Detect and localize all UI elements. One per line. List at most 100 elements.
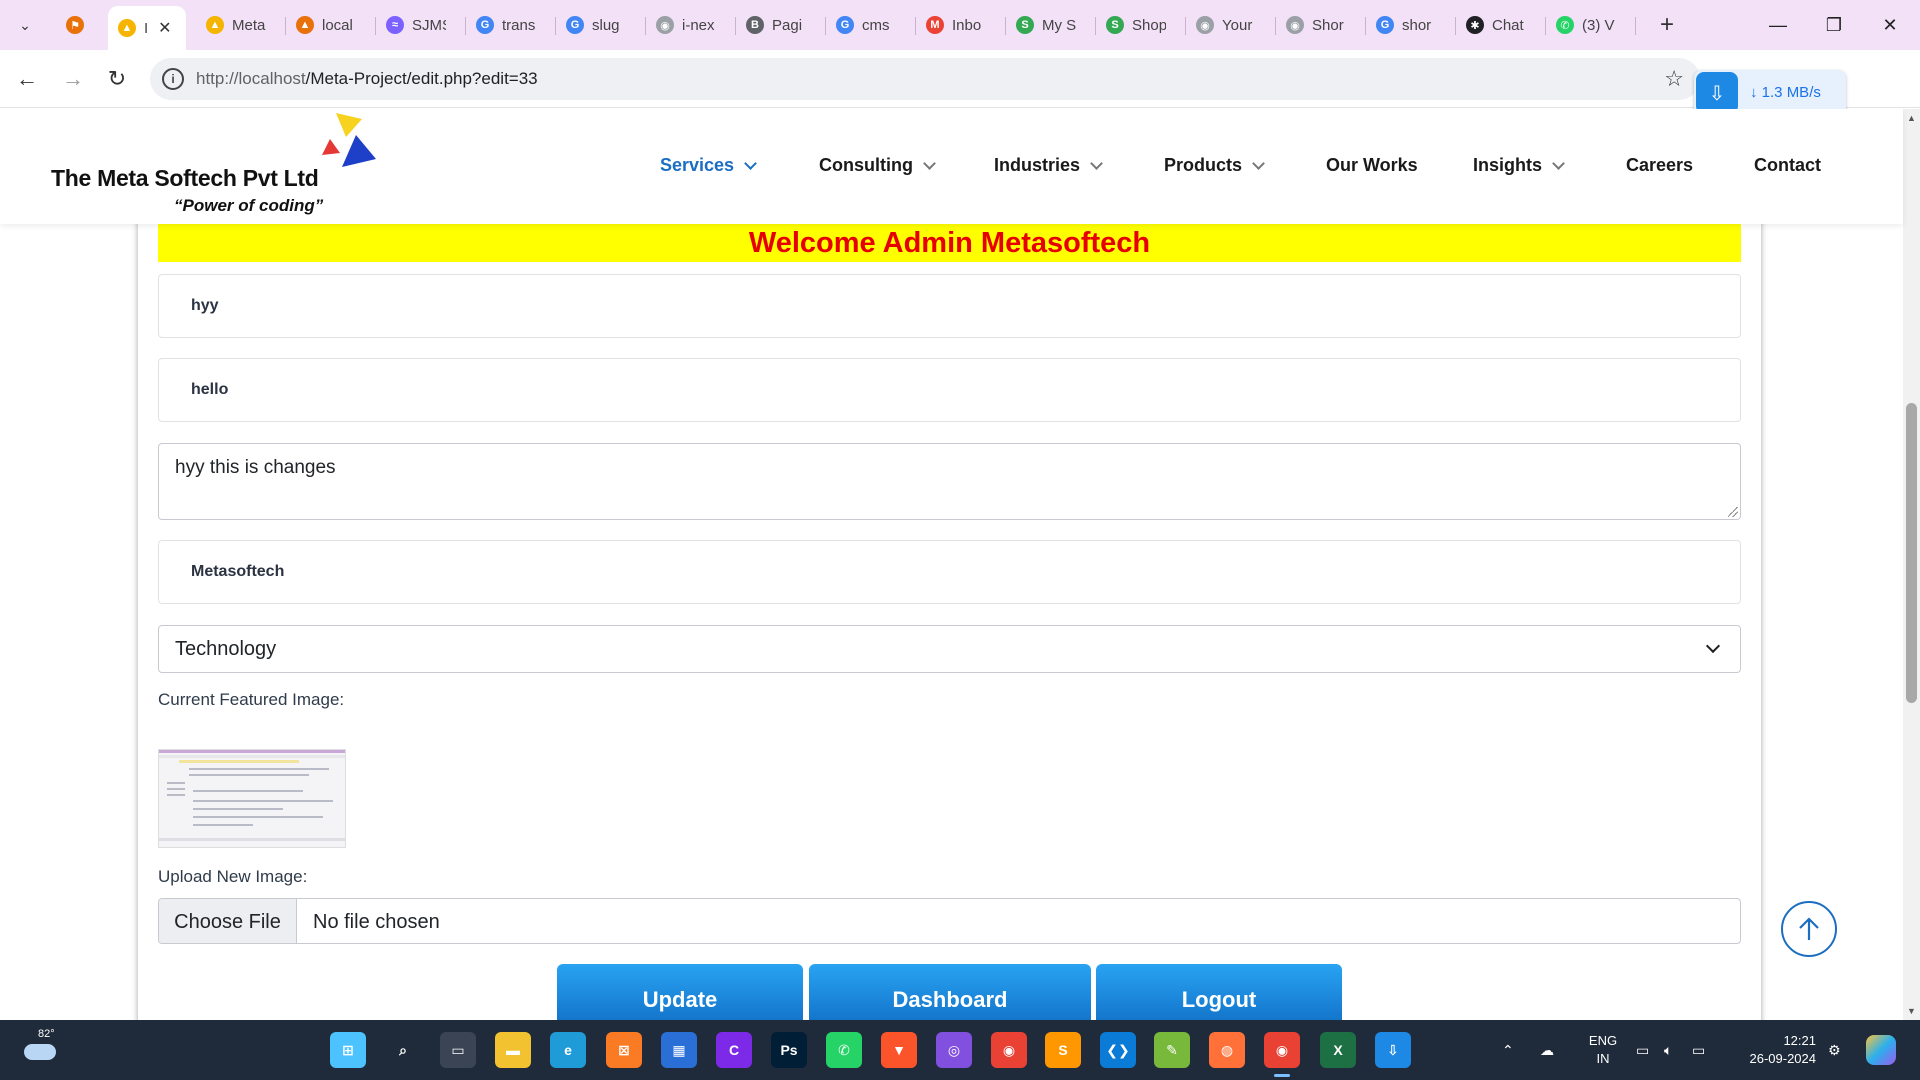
browser-tab[interactable]: Gtrans bbox=[466, 8, 556, 42]
browser-tab[interactable]: ▲ local bbox=[286, 8, 376, 42]
arrow-up-icon bbox=[1799, 917, 1819, 940]
language-indicator[interactable]: ENG IN bbox=[1586, 1032, 1620, 1068]
author-value: Metasoftech bbox=[191, 563, 285, 580]
browser-tab[interactable]: Gslug bbox=[556, 8, 646, 42]
tray-overflow-chevron-icon[interactable]: ⌃ bbox=[1502, 1020, 1514, 1080]
scrollbar-thumb[interactable] bbox=[1906, 403, 1917, 703]
xampp-icon[interactable]: ⊠ bbox=[606, 1032, 642, 1068]
close-window-button[interactable]: ✕ bbox=[1870, 8, 1910, 42]
volume-icon[interactable]: 🔈︎ bbox=[1664, 1020, 1672, 1080]
nav-item-consulting[interactable]: Consulting bbox=[819, 155, 936, 176]
whatsapp-icon[interactable]: ✆ bbox=[826, 1032, 862, 1068]
chevron-down-icon bbox=[923, 156, 936, 170]
no-file-text: No file chosen bbox=[313, 911, 440, 933]
new-tab-button[interactable]: + bbox=[1652, 10, 1682, 40]
scroll-to-top-button[interactable] bbox=[1781, 901, 1837, 957]
onedrive-cloud-icon[interactable]: ☁ bbox=[1540, 1020, 1554, 1080]
tab-favicon-icon: ◉ bbox=[1196, 16, 1214, 34]
url-text[interactable]: http://localhost/Meta-Project/edit.php?e… bbox=[196, 69, 538, 89]
tab-pinned-bookmark[interactable]: ⚑ bbox=[56, 8, 100, 42]
nav-item-label: Services bbox=[660, 155, 735, 175]
forward-button[interactable]: → bbox=[56, 62, 90, 96]
windows-start-icon[interactable]: ⊞ bbox=[330, 1032, 366, 1068]
tab-favicon-icon: G bbox=[836, 16, 854, 34]
browser-tab[interactable]: ◉ Your bbox=[1186, 8, 1276, 42]
search-icon[interactable]: ⌕ bbox=[385, 1032, 421, 1068]
browser-tab[interactable]: ◉ Shor bbox=[1276, 8, 1366, 42]
file-explorer-icon[interactable]: ▬ bbox=[495, 1032, 531, 1068]
browser-tab[interactable]: Gshor bbox=[1366, 8, 1456, 42]
tab-favicon-icon: G bbox=[1376, 16, 1394, 34]
back-button[interactable]: ← bbox=[10, 62, 44, 96]
downloader-icon[interactable]: ⇩ bbox=[1375, 1032, 1411, 1068]
task-view-icon[interactable]: ▭ bbox=[440, 1032, 476, 1068]
canva-icon[interactable]: C bbox=[716, 1032, 752, 1068]
excel-icon[interactable]: X bbox=[1320, 1032, 1356, 1068]
notepad-icon[interactable]: ✎ bbox=[1154, 1032, 1190, 1068]
tab-active[interactable]: ▲ I ✕ bbox=[108, 6, 186, 50]
copilot-icon[interactable] bbox=[1866, 1020, 1896, 1080]
tab-search-button[interactable]: ⌄ bbox=[10, 10, 40, 40]
battery-icon[interactable]: ▭ bbox=[1692, 1020, 1705, 1080]
store-icon[interactable]: ▦ bbox=[661, 1032, 697, 1068]
browser-tab[interactable]: ✱ Chat bbox=[1456, 8, 1546, 42]
nav-item-services[interactable]: Services bbox=[660, 155, 757, 176]
clock[interactable]: 12:21 26-09-2024 bbox=[1736, 1032, 1817, 1068]
browser-tab[interactable]: ≈ SJMS bbox=[376, 8, 466, 42]
nav-item-industries[interactable]: Industries bbox=[994, 155, 1103, 176]
logo-name[interactable]: The Meta Softech Pvt Ltd bbox=[51, 165, 319, 192]
photoshop-icon[interactable]: Ps bbox=[771, 1032, 807, 1068]
vscode-icon[interactable]: ❮❯ bbox=[1100, 1032, 1136, 1068]
file-upload-input[interactable]: Choose File No file chosen bbox=[158, 898, 1741, 944]
nav-item-careers[interactable]: Careers bbox=[1626, 155, 1693, 176]
brave-icon[interactable]: ▼ bbox=[881, 1032, 917, 1068]
browser-tab[interactable]: ▲ Meta bbox=[196, 8, 286, 42]
category-select[interactable]: Technology bbox=[158, 625, 1741, 673]
tab-favicon-icon: ▲ bbox=[206, 16, 224, 34]
author-field[interactable]: Metasoftech bbox=[158, 540, 1741, 604]
address-bar[interactable]: i http://localhost/Meta-Project/edit.php… bbox=[150, 58, 1700, 100]
choose-file-button[interactable]: Choose File bbox=[159, 899, 297, 943]
update-button[interactable]: Update bbox=[557, 964, 803, 1020]
bookmark-star-icon[interactable]: ☆ bbox=[1664, 66, 1684, 92]
bookmark-icon: ⚑ bbox=[66, 16, 84, 34]
edge-icon[interactable]: e bbox=[550, 1032, 586, 1068]
scroll-up-arrow-icon[interactable]: ▲ bbox=[1907, 113, 1916, 123]
browser-tab[interactable]: S My S bbox=[1006, 8, 1096, 42]
browser-tab[interactable]: ✆ (3) V bbox=[1546, 8, 1636, 42]
firefox-icon[interactable]: ◍ bbox=[1209, 1032, 1245, 1068]
chrome-active-icon[interactable]: ◉ bbox=[1264, 1032, 1300, 1077]
nav-item-insights[interactable]: Insights bbox=[1473, 155, 1565, 176]
logout-button[interactable]: Logout bbox=[1096, 964, 1342, 1020]
browser-tab[interactable]: M Inbo bbox=[916, 8, 1006, 42]
browser-tab[interactable]: S Shop bbox=[1096, 8, 1186, 42]
current-featured-image[interactable] bbox=[158, 749, 346, 848]
network-icon[interactable]: ▭ bbox=[1636, 1020, 1649, 1080]
page-scrollbar[interactable]: ▲ ▼ bbox=[1903, 109, 1920, 1020]
sublime-icon[interactable]: S bbox=[1045, 1032, 1081, 1068]
nav-item-contact[interactable]: Contact bbox=[1754, 155, 1821, 176]
meta-logo-icon bbox=[322, 113, 376, 167]
settings-gear-icon[interactable]: ⚙ bbox=[1828, 1020, 1841, 1080]
browser-tab[interactable]: B Pagi bbox=[736, 8, 826, 42]
nav-item-products[interactable]: Products bbox=[1164, 155, 1265, 176]
subtitle-field[interactable]: hello bbox=[158, 358, 1741, 422]
nav-item-our-works[interactable]: Our Works bbox=[1326, 155, 1418, 176]
weather-widget[interactable]: 82° bbox=[22, 1028, 62, 1070]
scroll-down-arrow-icon[interactable]: ▼ bbox=[1907, 1006, 1916, 1016]
title-field[interactable]: hyy bbox=[158, 274, 1741, 338]
content-textarea[interactable]: hyy this is changes bbox=[158, 443, 1741, 520]
subtitle-value: hello bbox=[191, 381, 229, 398]
reload-button[interactable]: ↻ bbox=[100, 62, 134, 96]
dashboard-button[interactable]: Dashboard bbox=[809, 964, 1091, 1020]
close-icon[interactable]: ✕ bbox=[158, 18, 171, 38]
minimize-button[interactable]: — bbox=[1758, 8, 1798, 42]
browser-tab[interactable]: ◉ i-nex bbox=[646, 8, 736, 42]
browser-tab[interactable]: Gcms bbox=[826, 8, 916, 42]
restore-button[interactable]: ❐ bbox=[1814, 8, 1854, 42]
github-icon[interactable]: ◎ bbox=[936, 1032, 972, 1068]
site-info-icon[interactable]: i bbox=[162, 68, 184, 90]
tab-title: Meta bbox=[232, 16, 266, 34]
resize-handle[interactable] bbox=[1728, 507, 1738, 517]
chrome-icon[interactable]: ◉ bbox=[991, 1032, 1027, 1068]
